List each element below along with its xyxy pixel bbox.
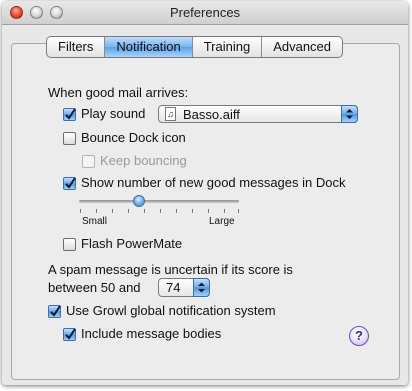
play-sound-label: Play sound xyxy=(81,106,146,121)
dock-size-slider-track[interactable] xyxy=(79,200,239,203)
slider-tick xyxy=(96,209,97,213)
play-sound-checkbox[interactable] xyxy=(63,108,76,121)
spam-threshold-stepper[interactable]: 74 xyxy=(158,278,210,297)
tab-filters[interactable]: Filters xyxy=(47,37,104,57)
title-bar[interactable]: Preferences xyxy=(2,1,408,25)
slider-tick xyxy=(208,209,209,213)
slider-tick xyxy=(192,209,193,213)
help-button[interactable]: ? xyxy=(349,326,369,346)
slider-min-label: Small xyxy=(82,216,108,227)
include-bodies-checkbox[interactable] xyxy=(63,328,76,341)
keep-bouncing-checkbox[interactable] xyxy=(82,155,95,168)
stepper-arrows-icon[interactable] xyxy=(193,278,210,297)
show-number-label: Show number of new good messages in Dock xyxy=(81,175,346,190)
tab-training[interactable]: Training xyxy=(191,37,261,57)
checkmark-icon xyxy=(65,108,76,120)
preferences-window: Preferences Filters Notification Trainin… xyxy=(2,1,408,385)
tab-advanced[interactable]: Advanced xyxy=(261,37,342,57)
sound-popup[interactable]: ♫ Basso.aiff xyxy=(158,105,358,123)
keep-bouncing-label: Keep bouncing xyxy=(100,153,187,168)
popup-arrows-icon xyxy=(341,105,358,123)
use-growl-checkbox[interactable] xyxy=(48,305,61,318)
spam-threshold-text: A spam message is uncertain if its score… xyxy=(48,262,293,277)
slider-tick xyxy=(112,209,113,213)
bounce-dock-label: Bounce Dock icon xyxy=(81,130,186,145)
slider-tick xyxy=(128,209,129,213)
include-bodies-label: Include message bodies xyxy=(81,326,222,341)
tab-notification[interactable]: Notification xyxy=(104,37,192,57)
tab-bar: Filters Notification Training Advanced xyxy=(46,36,344,58)
sound-popup-value: Basso.aiff xyxy=(183,107,240,122)
checkmark-icon xyxy=(50,305,61,317)
slider-tick xyxy=(160,209,161,213)
use-growl-label: Use Growl global notification system xyxy=(66,303,276,318)
show-number-checkbox[interactable] xyxy=(63,177,76,190)
bounce-dock-checkbox[interactable] xyxy=(63,132,76,145)
slider-tick xyxy=(224,209,225,213)
preferences-content: Filters Notification Training Advanced W… xyxy=(2,25,408,385)
checkmark-icon xyxy=(65,328,76,340)
slider-tick xyxy=(144,209,145,213)
slider-tick xyxy=(80,209,81,213)
flash-powermate-checkbox[interactable] xyxy=(63,238,76,251)
music-note-file-icon: ♫ xyxy=(165,107,176,121)
checkmark-icon xyxy=(65,177,76,189)
window-title: Preferences xyxy=(169,5,241,20)
slider-tick xyxy=(176,209,177,213)
good-mail-heading: When good mail arrives: xyxy=(48,85,189,100)
spam-threshold-text-2: between 50 and xyxy=(48,280,141,295)
slider-max-label: Large xyxy=(209,216,235,227)
slider-tick xyxy=(238,209,239,213)
spam-threshold-value: 74 xyxy=(166,280,181,295)
flash-powermate-label: Flash PowerMate xyxy=(81,236,183,251)
dock-size-slider-knob[interactable] xyxy=(133,195,145,207)
